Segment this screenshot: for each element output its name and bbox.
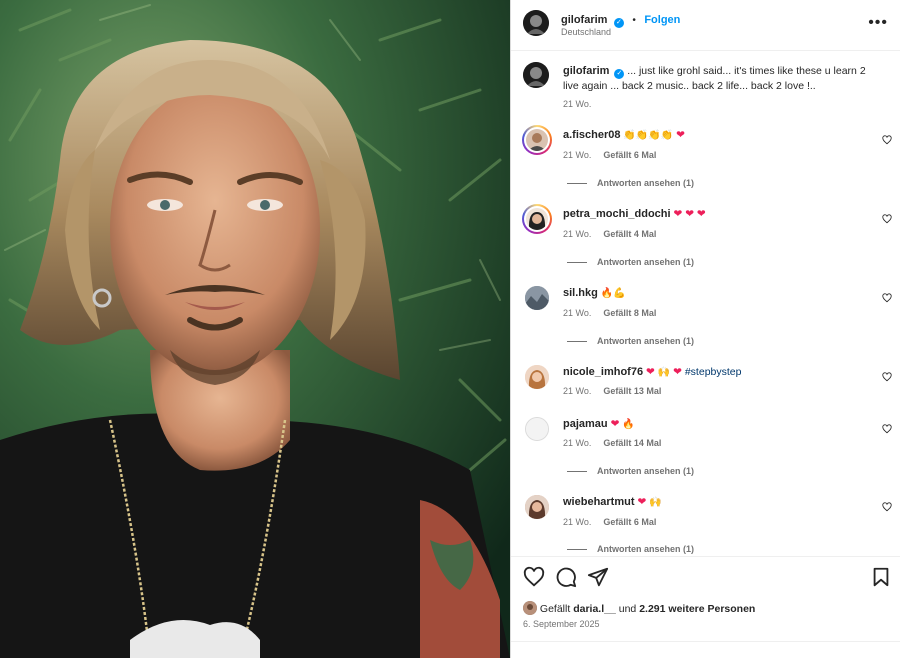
view-replies-button[interactable]: Antworten ansehen (1) bbox=[567, 257, 694, 267]
comment-username[interactable]: petra_mochi_ddochi bbox=[563, 208, 671, 220]
comment-avatar[interactable] bbox=[522, 125, 552, 155]
heart-emoji: ❤ bbox=[637, 496, 647, 508]
raised-hands-emoji: 🙌 bbox=[649, 497, 662, 508]
comment-like-heart-icon[interactable] bbox=[882, 502, 892, 512]
comment-like-heart-icon[interactable] bbox=[882, 424, 892, 434]
heart-emoji: ❤ bbox=[676, 129, 685, 141]
liker-avatar[interactable] bbox=[523, 601, 537, 615]
comment-meta: 21 Wo. Gefällt 13 Mal bbox=[563, 386, 661, 396]
likes-count[interactable]: 2.291 weitere Personen bbox=[639, 603, 755, 615]
comment-like-heart-icon[interactable] bbox=[882, 372, 892, 382]
caption-body: ... just like grohl said... it's times l… bbox=[563, 65, 866, 92]
comment-age: 21 Wo. bbox=[563, 229, 592, 239]
view-replies-button[interactable]: Antworten ansehen (1) bbox=[567, 178, 694, 188]
comment-username[interactable]: sil.hkg bbox=[563, 287, 598, 299]
comment-like-heart-icon[interactable] bbox=[882, 135, 892, 145]
clapping-hands-emoji: 👏👏👏👏 bbox=[623, 130, 674, 141]
comment-avatar[interactable] bbox=[525, 495, 549, 519]
comment-like-heart-icon[interactable] bbox=[882, 293, 892, 303]
verified-badge-icon: ✓ bbox=[614, 69, 625, 79]
heart-icon[interactable] bbox=[523, 566, 545, 588]
heart-emoji: ❤ ❤ ❤ bbox=[673, 208, 706, 220]
caption-text: gilofarim ✓ ... just like grohl said... … bbox=[563, 64, 883, 94]
post-image[interactable] bbox=[0, 0, 510, 658]
comment-meta: 21 Wo. Gefällt 6 Mal bbox=[563, 517, 656, 527]
comment-likes[interactable]: Gefällt 13 Mal bbox=[603, 386, 661, 396]
comment-text: a.fischer08 👏👏👏👏 ❤ bbox=[563, 128, 685, 143]
comment-username[interactable]: pajamau bbox=[563, 418, 608, 430]
view-replies-button[interactable]: Antworten ansehen (1) bbox=[567, 544, 694, 554]
comment-text: sil.hkg 🔥💪 bbox=[563, 286, 626, 301]
more-options-icon[interactable]: ••• bbox=[868, 14, 888, 32]
post-date[interactable]: 6. September 2025 bbox=[523, 619, 600, 629]
comment-avatar[interactable] bbox=[525, 286, 549, 310]
comment-avatar[interactable] bbox=[525, 417, 549, 441]
comment-text: pajamau ❤ 🔥 bbox=[563, 417, 635, 432]
comment-avatar[interactable] bbox=[522, 204, 552, 234]
comment-age: 21 Wo. bbox=[563, 517, 592, 527]
comment-age: 21 Wo. bbox=[563, 150, 592, 160]
author-username[interactable]: gilofarim bbox=[561, 14, 607, 26]
comment-likes[interactable]: Gefällt 6 Mal bbox=[603, 517, 656, 527]
hashtag-link[interactable]: #stepbystep bbox=[685, 366, 742, 378]
comment-likes[interactable]: Gefällt 8 Mal bbox=[603, 308, 656, 318]
heart-emoji: ❤ bbox=[610, 418, 620, 430]
author-avatar[interactable] bbox=[523, 10, 549, 36]
verified-badge-icon: ✓ bbox=[613, 18, 624, 28]
comment-meta: 21 Wo. Gefällt 6 Mal bbox=[563, 150, 656, 160]
comment-icon[interactable] bbox=[555, 566, 577, 588]
heart-emoji: ❤ bbox=[673, 366, 682, 378]
comment-text: nicole_imhof76 ❤ 🙌 ❤ #stepbystep bbox=[563, 365, 741, 380]
comment-username[interactable]: nicole_imhof76 bbox=[563, 366, 643, 378]
follow-button[interactable]: Folgen bbox=[644, 14, 680, 26]
comment-username[interactable]: a.fischer08 bbox=[563, 129, 620, 141]
heart-emoji: ❤ bbox=[646, 366, 655, 378]
comment-age: 21 Wo. bbox=[563, 438, 592, 448]
bookmark-icon[interactable] bbox=[870, 566, 892, 588]
likes-mid: und bbox=[618, 603, 637, 615]
post-location[interactable]: Deutschland bbox=[561, 27, 611, 37]
comment-meta: 21 Wo. Gefällt 14 Mal bbox=[563, 438, 661, 448]
comment-text: wiebehartmut ❤ 🙌 bbox=[563, 495, 662, 510]
comment-username[interactable]: wiebehartmut bbox=[563, 496, 635, 508]
fire-emoji: 🔥 bbox=[622, 419, 635, 430]
likes-prefix: Gefällt bbox=[539, 603, 571, 615]
caption-avatar[interactable] bbox=[523, 62, 549, 88]
share-icon[interactable] bbox=[587, 566, 609, 588]
fire-muscle-emoji: 🔥💪 bbox=[600, 288, 626, 299]
comment-text: petra_mochi_ddochi ❤ ❤ ❤ bbox=[563, 207, 706, 222]
comment-meta: 21 Wo. Gefällt 8 Mal bbox=[563, 308, 656, 318]
comment-like-heart-icon[interactable] bbox=[882, 214, 892, 224]
liker-username[interactable]: daria.l__ bbox=[573, 603, 616, 615]
view-replies-button[interactable]: Antworten ansehen (1) bbox=[567, 336, 694, 346]
comment-avatar[interactable] bbox=[525, 365, 549, 389]
comment-age: 21 Wo. bbox=[563, 308, 592, 318]
portrait-photo bbox=[0, 0, 510, 658]
comment-likes[interactable]: Gefällt 14 Mal bbox=[603, 438, 661, 448]
post-panel: gilofarim ✓ • Folgen Deutschland ••• gil… bbox=[510, 0, 900, 658]
caption-age: 21 Wo. bbox=[563, 99, 592, 109]
post-header: gilofarim ✓ • Folgen Deutschland ••• bbox=[511, 0, 900, 51]
comment-meta: 21 Wo. Gefällt 4 Mal bbox=[563, 229, 656, 239]
likes-summary: Gefällt daria.l__ und 2.291 weitere Pers… bbox=[523, 601, 755, 615]
caption-username[interactable]: gilofarim bbox=[563, 65, 609, 77]
raised-hands-emoji: 🙌 bbox=[657, 367, 671, 378]
post-actions-footer: Gefällt daria.l__ und 2.291 weitere Pers… bbox=[511, 556, 900, 658]
add-comment-bar bbox=[511, 641, 900, 658]
comment-likes[interactable]: Gefällt 4 Mal bbox=[603, 229, 656, 239]
comment-likes[interactable]: Gefällt 6 Mal bbox=[603, 150, 656, 160]
view-replies-button[interactable]: Antworten ansehen (1) bbox=[567, 466, 694, 476]
comment-age: 21 Wo. bbox=[563, 386, 592, 396]
